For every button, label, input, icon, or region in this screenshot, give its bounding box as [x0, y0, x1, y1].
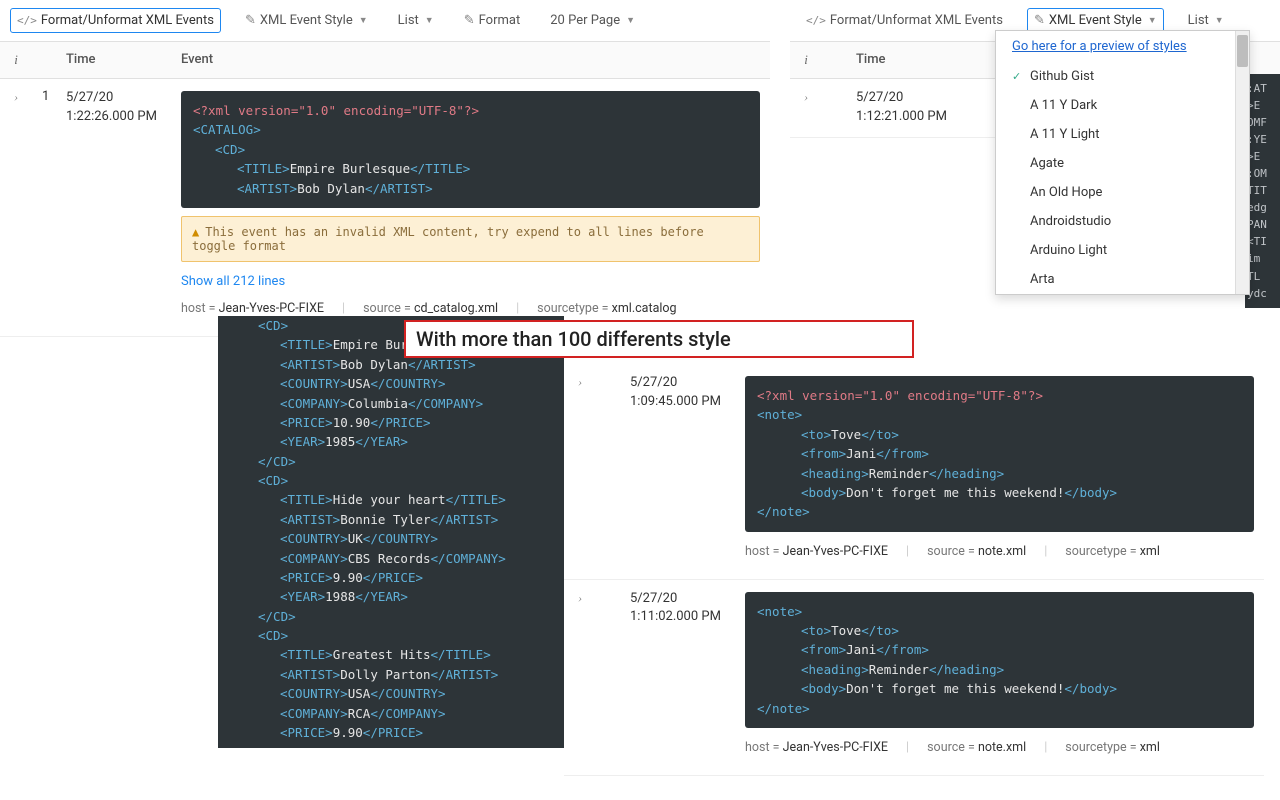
expand-chevron-icon[interactable]: ›	[804, 90, 808, 104]
pencil-icon	[1034, 13, 1045, 28]
show-all-lines-link[interactable]: Show all 212 lines	[181, 274, 285, 289]
expand-chevron-icon[interactable]: ›	[14, 90, 18, 104]
list-button[interactable]: List ▼	[392, 9, 440, 32]
event-time: 5/27/201:09:45.000 PM	[620, 364, 735, 422]
event-row: › 5/27/201:09:45.000 PM<?xml version="1.0…	[564, 364, 1264, 580]
col-time: Time	[56, 42, 171, 78]
pencil-icon	[245, 13, 256, 28]
xml-code-block: <note><to>Tove</to><from>Jani</from><hea…	[745, 592, 1254, 728]
style-option[interactable]: An Old Hope	[996, 178, 1249, 207]
style-option[interactable]: A 11 Y Light	[996, 120, 1249, 149]
code-icon	[806, 13, 826, 28]
col-event: Event	[171, 42, 770, 78]
xml-code-block: <?xml version="1.0" encoding="UTF-8"?><n…	[745, 376, 1254, 532]
style-dropdown: Go here for a preview of styles ✓Github …	[995, 30, 1250, 295]
style-option[interactable]: Arduino Light	[996, 236, 1249, 265]
event-time: 5/27/201:22:26.000 PM	[56, 79, 171, 137]
expand-chevron-icon[interactable]: ›	[578, 591, 582, 605]
event-time: 5/27/201:11:02.000 PM	[620, 580, 735, 638]
event-metadata: host = Jean-Yves-PC-FIXE|source = note.x…	[745, 736, 1254, 765]
caret-down-icon: ▼	[425, 15, 434, 26]
caret-down-icon: ▼	[359, 15, 368, 26]
code-icon	[17, 13, 37, 28]
warning-icon: ▲	[192, 225, 199, 239]
style-option[interactable]: ✓Github Gist	[996, 62, 1249, 91]
event-row: › 5/27/201:11:02.000 PM<note><to>Tove</to…	[564, 580, 1264, 776]
style-option[interactable]: Arta	[996, 265, 1249, 294]
col-info: i	[790, 42, 822, 78]
col-info: i	[0, 42, 32, 78]
expand-chevron-icon[interactable]: ›	[578, 375, 582, 389]
scrollbar[interactable]	[1235, 31, 1249, 294]
event-metadata: host = Jean-Yves-PC-FIXE|source = note.x…	[745, 540, 1254, 569]
xml-event-style-button[interactable]: XML Event Style ▼	[239, 9, 374, 32]
row-number: 1	[32, 79, 56, 114]
preview-styles-link[interactable]: Go here for a preview of styles	[1012, 39, 1187, 54]
caret-down-icon: ▼	[626, 15, 635, 26]
format-button[interactable]: Format	[458, 9, 527, 32]
caret-down-icon: ▼	[1215, 15, 1224, 26]
toolbar-left: Format/Unformat XML Events XML Event Sty…	[0, 0, 770, 42]
col-time: Time	[846, 42, 961, 78]
format-unformat-button[interactable]: Format/Unformat XML Events	[800, 9, 1009, 32]
caret-down-icon: ▼	[1148, 15, 1157, 26]
annotation-callout: With more than 100 differents style	[404, 320, 914, 358]
event-time: 5/27/201:12:21.000 PM	[846, 79, 961, 137]
event-row: › 1 5/27/201:22:26.000 PM <?xml version=…	[0, 79, 770, 337]
pencil-icon	[464, 13, 475, 28]
xml-code-expanded: <CD><TITLE>Empire Burles<ARTIST>Bob Dyla…	[218, 316, 564, 748]
warning-banner: ▲This event has an invalid XML content, …	[181, 216, 760, 262]
style-option[interactable]: A 11 Y Dark	[996, 91, 1249, 120]
style-option[interactable]: Androidstudio	[996, 207, 1249, 236]
style-option[interactable]: Agate	[996, 149, 1249, 178]
list-button[interactable]: List ▼	[1182, 9, 1230, 32]
format-unformat-button[interactable]: Format/Unformat XML Events	[10, 8, 221, 33]
xml-code-block: <?xml version="1.0" encoding="UTF-8"?><C…	[181, 91, 760, 208]
table-header: i Time Event	[0, 42, 770, 79]
truncated-code-hint: :AT>EOMF:YE>E:OMTITedgPAN<TIimTLydc	[1245, 74, 1280, 308]
per-page-button[interactable]: 20 Per Page ▼	[544, 9, 641, 32]
